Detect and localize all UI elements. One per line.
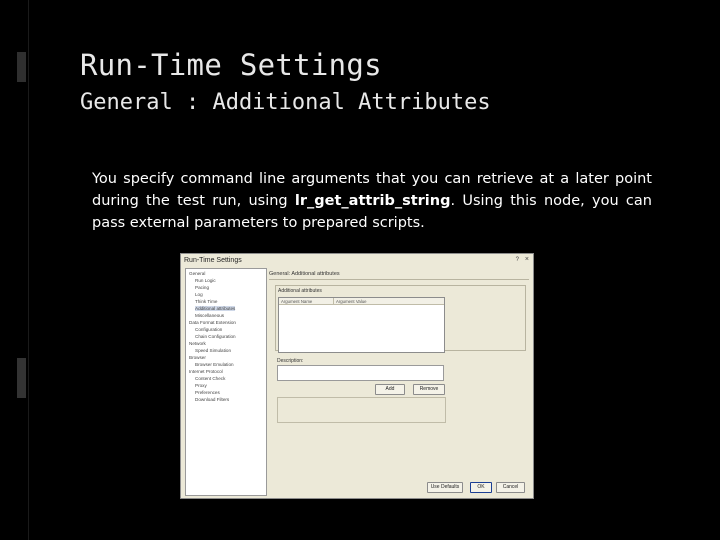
tree-item[interactable]: Browser Emulation — [195, 362, 234, 367]
accent-bar — [17, 358, 26, 398]
tree-item[interactable]: Log — [195, 292, 203, 297]
accent-bar — [17, 52, 26, 82]
tree-item[interactable]: Run Logic — [195, 278, 216, 283]
slide-body-text: You specify command line arguments that … — [92, 168, 652, 234]
slide-title: Run-Time Settings — [80, 48, 382, 82]
slide-subtitle: General : Additional Attributes — [80, 90, 491, 115]
tree-item-additional-attributes[interactable]: Additional attributes — [195, 306, 236, 311]
description-label: Description: — [277, 358, 304, 364]
details-box — [277, 397, 446, 423]
tree-item[interactable]: Pacing — [195, 285, 209, 290]
left-accent-strip — [0, 0, 29, 540]
close-icon[interactable]: × — [525, 256, 529, 263]
tree-item[interactable]: Preferences — [195, 390, 220, 395]
list-header: Argument Name Argument Value — [279, 298, 444, 305]
function-name: lr_get_attrib_string — [294, 193, 451, 209]
column-divider[interactable] — [333, 298, 334, 304]
tree-item[interactable]: Think Time — [195, 299, 217, 304]
divider — [269, 279, 529, 280]
cancel-button[interactable]: Cancel — [496, 482, 525, 493]
tree-item[interactable]: Internet Protocol — [189, 369, 223, 374]
description-field[interactable] — [277, 365, 444, 381]
attributes-list[interactable]: Argument Name Argument Value — [278, 297, 445, 353]
tree-item[interactable]: Speed Simulation — [195, 348, 231, 353]
tree-item[interactable]: Proxy — [195, 383, 207, 388]
tree-item[interactable]: Download Filters — [195, 397, 229, 402]
tree-item[interactable]: General — [189, 271, 205, 276]
tree-item[interactable]: Browser — [189, 355, 206, 360]
panel-title: General: Additional attributes — [269, 271, 340, 277]
group-label: Additional attributes — [278, 288, 322, 294]
remove-button[interactable]: Remove — [413, 384, 445, 395]
settings-tree[interactable]: General Run Logic Pacing Log Think Time … — [185, 268, 267, 496]
run-time-settings-dialog: Run-Time Settings ? × General Run Logic … — [180, 253, 534, 499]
column-header-argument-name[interactable]: Argument Name — [281, 299, 312, 304]
ok-button[interactable]: OK — [470, 482, 492, 493]
tree-item[interactable]: Data Format Extension — [189, 320, 236, 325]
tree-item[interactable]: Configuration — [195, 327, 222, 332]
dialog-title: Run-Time Settings — [184, 257, 242, 264]
tree-item[interactable]: Chain Configuration — [195, 334, 236, 339]
tree-item[interactable]: Content Check — [195, 376, 225, 381]
tree-item[interactable]: Miscellaneous — [195, 313, 224, 318]
column-header-argument-value[interactable]: Argument Value — [336, 299, 367, 304]
add-button[interactable]: Add — [375, 384, 405, 395]
help-icon[interactable]: ? — [516, 257, 519, 263]
use-defaults-button[interactable]: Use Defaults — [427, 482, 463, 493]
tree-item[interactable]: Network — [189, 341, 206, 346]
